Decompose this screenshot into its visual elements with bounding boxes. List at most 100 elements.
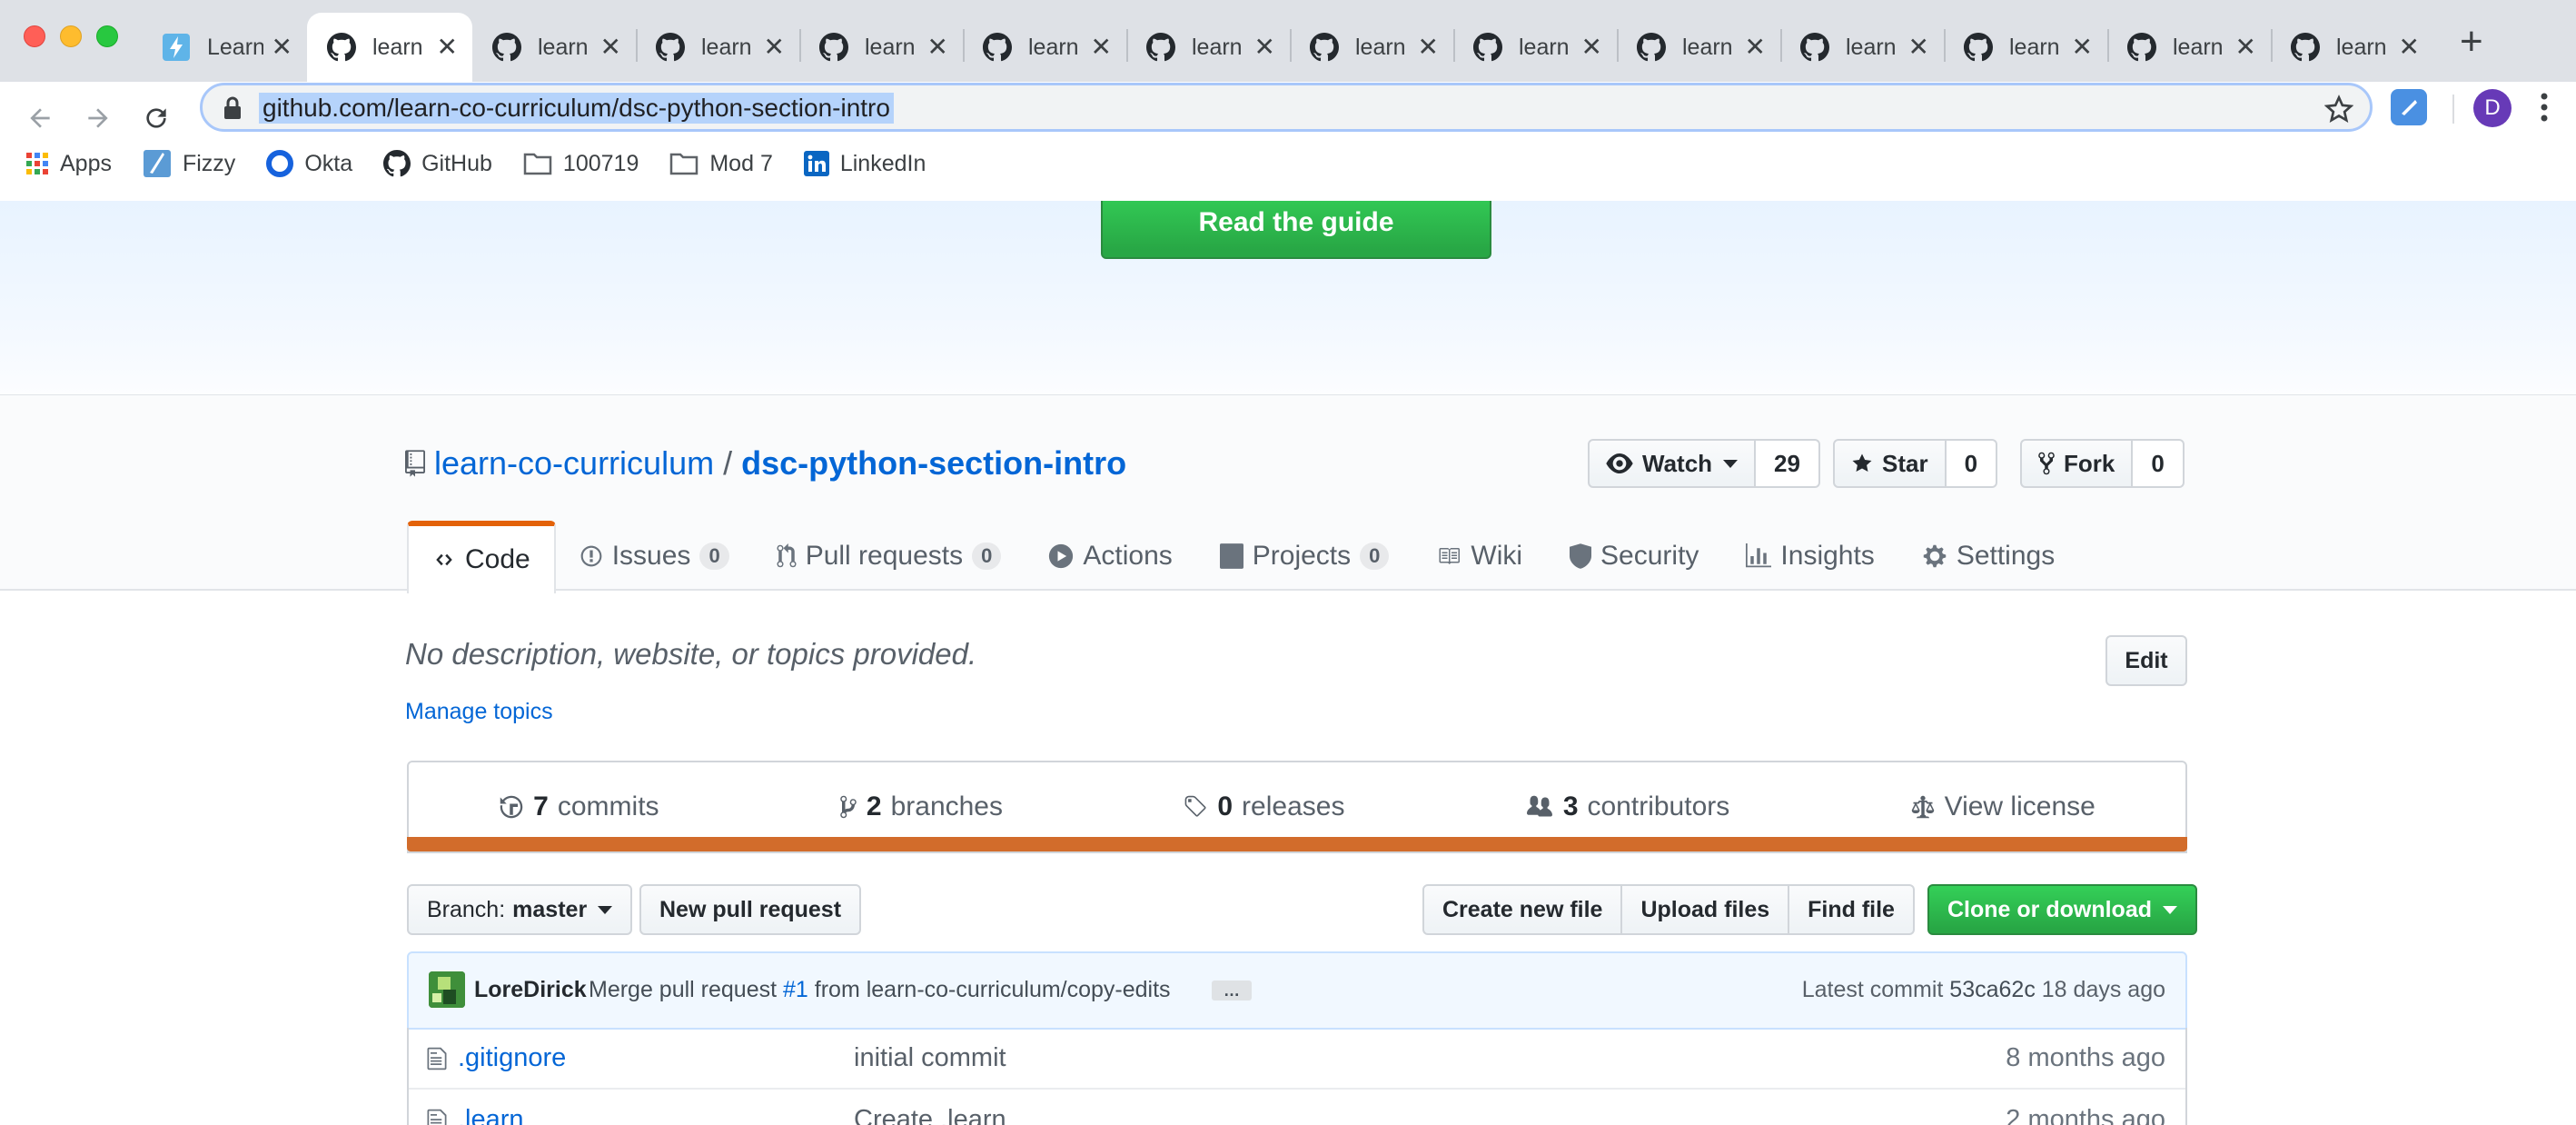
window-close-button[interactable] <box>24 25 45 47</box>
repo-description: No description, website, or topics provi… <box>405 637 977 671</box>
repo-name-link[interactable]: dsc-python-section-intro <box>741 444 1126 483</box>
bookmark-folder-100719[interactable]: 100719 <box>523 151 639 177</box>
tab-close-icon[interactable]: ✕ <box>2072 35 2093 60</box>
tab-close-icon[interactable]: ✕ <box>437 35 458 60</box>
file-commit-message[interactable]: Create .learn <box>854 1105 1006 1125</box>
browser-tab[interactable]: learn ✕ <box>1944 13 2107 82</box>
fork-label: Fork <box>2064 449 2115 477</box>
dropdown-caret-icon <box>1723 459 1739 468</box>
branch-select-button[interactable]: Branch: master <box>407 884 633 935</box>
avatar[interactable] <box>429 971 465 1008</box>
edit-description-button[interactable]: Edit <box>2105 635 2187 686</box>
browser-tab[interactable]: learn ✕ <box>963 13 1126 82</box>
bookmark-star-icon[interactable] <box>2324 95 2353 124</box>
tab-close-icon[interactable]: ✕ <box>764 35 785 60</box>
manage-topics-link[interactable]: Manage topics <box>405 699 553 725</box>
find-file-button[interactable]: Find file <box>1789 884 1915 935</box>
expand-commit-button[interactable]: … <box>1212 981 1252 1001</box>
extension-icon[interactable] <box>2391 89 2427 125</box>
browser-tab[interactable]: learn ✕ <box>2107 13 2271 82</box>
bookmark-linkedin[interactable]: LinkedIn <box>803 151 926 177</box>
toolbar-divider <box>2452 95 2454 124</box>
browser-tab[interactable]: learn ✕ <box>636 13 799 82</box>
window-zoom-button[interactable] <box>96 25 118 47</box>
tab-wiki[interactable]: Wiki <box>1412 521 1546 592</box>
repo-owner-link[interactable]: learn-co-curriculum <box>434 444 714 483</box>
star-count[interactable]: 0 <box>1946 439 1998 488</box>
tab-close-icon[interactable]: ✕ <box>272 35 292 60</box>
bookmark-okta[interactable]: Okta <box>266 150 352 177</box>
browser-tab[interactable]: learn ✕ <box>1126 13 1290 82</box>
tab-projects[interactable]: Projects 0 <box>1196 521 1413 592</box>
tab-issues[interactable]: Issues 0 <box>556 521 753 592</box>
profile-avatar[interactable]: D <box>2473 89 2512 127</box>
tab-close-icon[interactable]: ✕ <box>1091 35 1112 60</box>
pr-link[interactable]: #1 <box>783 977 808 1002</box>
tab-close-icon[interactable]: ✕ <box>600 35 621 60</box>
branches-count: 2 <box>866 791 882 821</box>
fork-button[interactable]: Fork <box>2020 439 2134 488</box>
branch-select-menu: Branch: master <box>407 884 633 935</box>
fork-count[interactable]: 0 <box>2133 439 2185 488</box>
browser-tab[interactable]: learn ✕ <box>1290 13 1453 82</box>
file-name-link[interactable]: .learn <box>458 1105 524 1125</box>
contributors-link[interactable]: 3 contributors <box>1525 791 1729 822</box>
tab-close-icon[interactable]: ✕ <box>1254 35 1275 60</box>
browser-tab[interactable]: learn ✕ <box>1453 13 1617 82</box>
back-button[interactable] <box>15 93 65 144</box>
more-menu-icon[interactable] <box>2540 89 2549 125</box>
repo-nav: Code Issues 0 Pull requests 0 Actions Pr… <box>407 521 2078 593</box>
read-guide-button[interactable]: Read the guide <box>1101 201 1491 259</box>
branches-link[interactable]: 2 branches <box>839 791 1003 822</box>
tab-security[interactable]: Security <box>1546 521 1722 592</box>
bookmark-folder-mod7[interactable]: Mod 7 <box>669 151 773 177</box>
reload-button[interactable] <box>131 93 182 144</box>
repo-icon <box>405 450 425 477</box>
bookmark-fizzy[interactable]: Fizzy <box>143 149 235 178</box>
file-name-link[interactable]: .gitignore <box>458 1043 566 1073</box>
tab-close-icon[interactable]: ✕ <box>1745 35 1766 60</box>
star-label: Star <box>1882 449 1928 477</box>
tab-close-icon[interactable]: ✕ <box>1908 35 1929 60</box>
clone-or-download-button[interactable]: Clone or download <box>1927 884 2197 935</box>
url-text[interactable]: github.com/learn-co-curriculum/dsc-pytho… <box>259 93 894 124</box>
browser-tab[interactable]: learn ✕ <box>472 13 636 82</box>
bookmark-apps[interactable]: Apps <box>25 151 112 177</box>
bookmark-github[interactable]: GitHub <box>383 150 492 177</box>
browser-tab[interactable]: Learn ✕ <box>142 13 307 82</box>
forward-button[interactable] <box>73 93 124 144</box>
browser-tab[interactable]: learn ✕ <box>1617 13 1780 82</box>
license-link[interactable]: View license <box>1910 791 2095 822</box>
tab-close-icon[interactable]: ✕ <box>1418 35 1439 60</box>
tab-actions[interactable]: Actions <box>1025 521 1195 592</box>
new-pull-request-button[interactable]: New pull request <box>639 884 862 935</box>
new-tab-button[interactable]: + <box>2460 22 2483 62</box>
upload-files-button[interactable]: Upload files <box>1622 884 1790 935</box>
browser-tab[interactable]: learn ✕ <box>2271 13 2434 82</box>
watch-button[interactable]: Watch <box>1588 439 1757 488</box>
browser-tab[interactable]: learn ✕ <box>1780 13 1944 82</box>
file-commit-message[interactable]: initial commit <box>854 1043 1006 1073</box>
tab-close-icon[interactable]: ✕ <box>2235 35 2256 60</box>
releases-link[interactable]: 0 releases <box>1183 791 1344 822</box>
commit-author-link[interactable]: LoreDirick <box>474 977 587 1003</box>
commit-sha-link[interactable]: 53ca62c <box>1949 977 2036 1002</box>
tab-close-icon[interactable]: ✕ <box>2399 35 2420 60</box>
tab-close-icon[interactable]: ✕ <box>1581 35 1602 60</box>
commit-message[interactable]: Merge pull request #1 from learn-co-curr… <box>589 977 1171 1003</box>
star-button[interactable]: Star <box>1833 439 1947 488</box>
window-minimize-button[interactable] <box>60 25 82 47</box>
tab-settings[interactable]: Settings <box>1898 521 2078 592</box>
address-bar[interactable]: github.com/learn-co-curriculum/dsc-pytho… <box>200 83 2373 132</box>
tab-code[interactable]: Code <box>407 521 556 593</box>
browser-tab-active[interactable]: learn ✕ <box>307 13 472 82</box>
language-bar[interactable] <box>407 837 2187 851</box>
tab-pull-requests[interactable]: Pull requests 0 <box>753 521 1025 592</box>
browser-tab[interactable]: learn ✕ <box>799 13 963 82</box>
tab-insights[interactable]: Insights <box>1722 521 1897 592</box>
create-new-file-button[interactable]: Create new file <box>1422 884 1623 935</box>
commits-link[interactable]: 7 commits <box>499 791 659 822</box>
watch-count[interactable]: 29 <box>1756 439 1820 488</box>
lock-icon[interactable] <box>223 96 243 120</box>
tab-close-icon[interactable]: ✕ <box>927 35 948 60</box>
